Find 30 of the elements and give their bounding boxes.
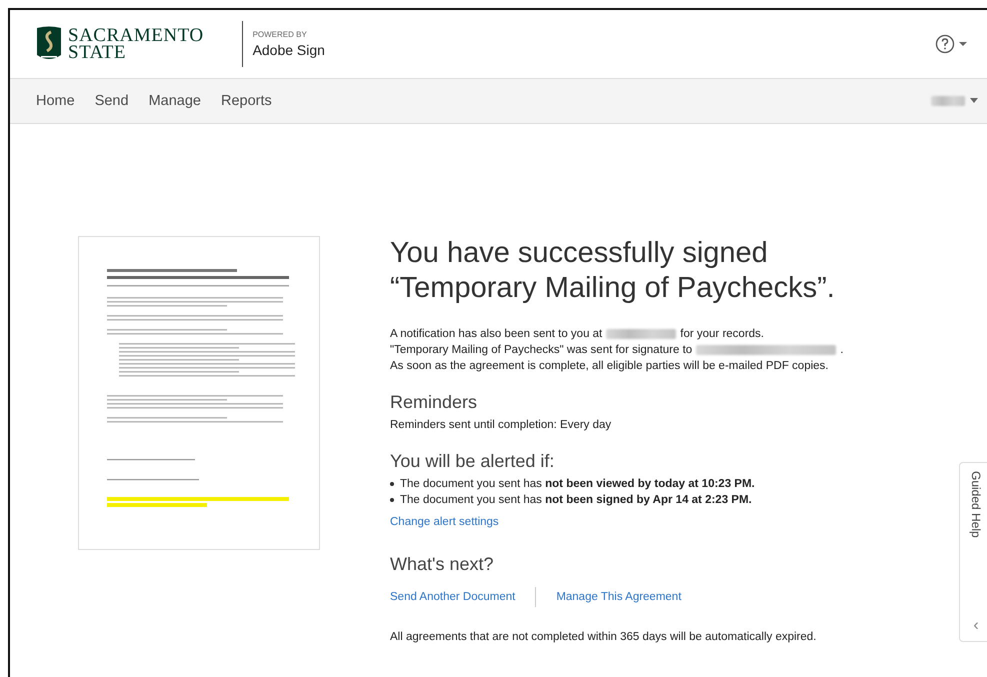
caret-icon[interactable] (969, 98, 979, 104)
powered-by-label: POWERED BY (252, 30, 308, 39)
notification-text: A notification has also been sent to you at (390, 328, 602, 340)
alert-condition: The document you sent has not been viewed by today at 10:23 PM. (400, 477, 755, 492)
reminders-heading: Reminders (390, 392, 478, 413)
nav-tab[interactable]: Home (26, 93, 85, 109)
notification-text: . (840, 344, 844, 356)
notification-text: "Temporary Mailing of Paychecks" was sent for signature to (390, 344, 692, 356)
guided-help-tab[interactable]: Guided Help ‹ (959, 462, 987, 642)
bullet-icon (390, 482, 394, 486)
nav-tab[interactable]: Send (84, 93, 139, 109)
next-action-link[interactable]: Manage This Agreement (556, 591, 682, 603)
change-alert-settings-link[interactable]: Change alert settings (390, 516, 499, 528)
next-action-link[interactable]: Send Another Document (390, 591, 516, 603)
whats-next-heading: What's next? (390, 554, 494, 575)
expiration-note: All agreements that are not completed within 365 days will be automatically expired. (390, 630, 818, 645)
notification-text: for your records. (680, 328, 764, 340)
logo-text: SACRAMENTO (68, 27, 204, 44)
nav-tab[interactable]: Manage (138, 93, 211, 109)
logo-text: STATE (68, 44, 127, 61)
product-name: Adobe Sign (252, 42, 325, 58)
reminders-text: Reminders sent until completion: Every day (390, 418, 612, 433)
bullet-icon (390, 498, 394, 502)
notification-text: As soon as the agreement is complete, all eligible parties will be e-mailed PDF copies. (390, 359, 830, 374)
confirmation-title: You have successfully signed “Temporary Mailing of Paychecks”. (390, 236, 836, 306)
alerts-heading: You will be alerted if: (390, 451, 556, 472)
alert-condition: The document you sent has not been signed by Apr 14 at 2:23 PM. (400, 493, 752, 508)
redacted-email (606, 328, 676, 339)
help-icon[interactable] (935, 34, 967, 54)
nav-tab[interactable]: Reports (210, 93, 282, 109)
